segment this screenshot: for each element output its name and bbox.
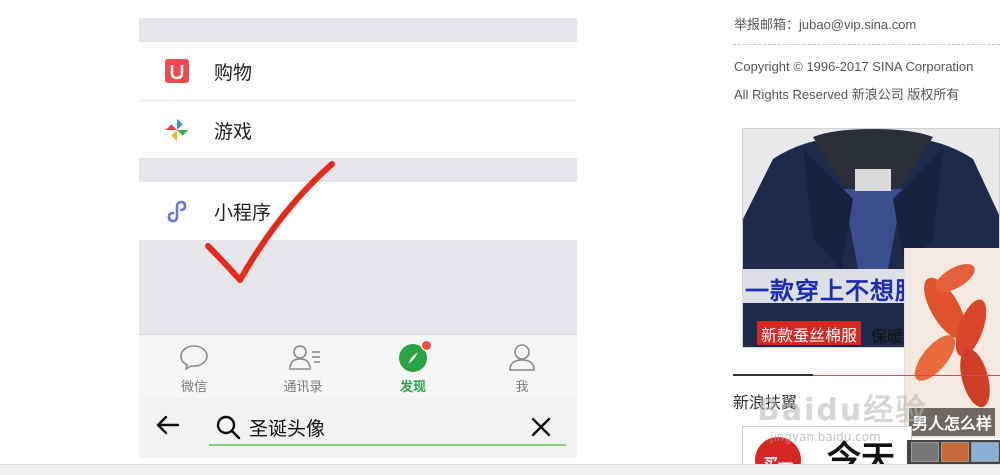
section-rule-red (813, 375, 1000, 376)
back-arrow-icon[interactable] (155, 412, 181, 438)
bottom-tab-bar: 微信 通讯录 发现 我 (139, 334, 577, 398)
shopping-icon (165, 59, 189, 83)
menu-row-partial (139, 0, 577, 18)
menu-item-label: 小程序 (214, 201, 272, 224)
bottom-scroll-area (0, 464, 1000, 475)
contacts-icon (289, 345, 320, 370)
thumbnail[interactable] (941, 442, 969, 462)
close-icon[interactable] (530, 416, 552, 438)
report-email: 举报邮箱：jubao@vip.sina.com (734, 17, 917, 32)
watermark-url: jingyan.baidu.com (770, 430, 881, 444)
tab-label: 发现 (399, 380, 426, 395)
tab-label: 通讯录 (283, 380, 323, 395)
search-query: 圣诞头像 (249, 418, 326, 440)
tab-label: 微信 (180, 380, 207, 395)
ad-tag: 新款蚕丝棉服 (757, 321, 862, 345)
dashed-divider (733, 44, 1000, 45)
menu-item-games[interactable]: 游戏 (139, 101, 577, 159)
chat-bubble-icon (180, 345, 208, 371)
menu-item-label: 购物 (214, 61, 253, 84)
ad-headline: 一款穿上不想脱 (745, 277, 920, 305)
search-input[interactable]: 圣诞头像 (209, 408, 566, 446)
tab-discover[interactable]: 发现 (358, 335, 468, 399)
page: 购物 游戏 小程序 微信 通讯录 发现 我 圣诞头像 举报邮箱：jubao@vi… (0, 0, 1000, 475)
tab-chats[interactable]: 微信 (139, 335, 249, 399)
copyright-text: Copyright © 1996-2017 SINA Corporation (734, 59, 974, 74)
menu-item-mini-programs[interactable]: 小程序 (139, 182, 577, 240)
section-gap (139, 18, 577, 42)
thumbnail[interactable] (971, 442, 999, 462)
thumbnail[interactable] (911, 442, 939, 462)
search-icon (216, 415, 241, 440)
phone-screen: 购物 游戏 小程序 微信 通讯录 发现 我 圣诞头像 (139, 0, 577, 458)
section-gap (139, 158, 577, 182)
person-icon (509, 344, 535, 371)
notification-dot (421, 340, 432, 351)
section-rule (733, 374, 813, 376)
menu-item-shopping[interactable]: 购物 (139, 42, 577, 100)
game-icon (164, 117, 190, 143)
tab-label: 我 (515, 380, 529, 395)
empty-area (139, 240, 577, 334)
menu-item-label: 游戏 (214, 120, 253, 143)
search-bar: 圣诞头像 (139, 398, 577, 458)
tab-me[interactable]: 我 (467, 335, 577, 399)
mini-program-icon (167, 200, 187, 223)
watermark: Baidu经验 (757, 393, 928, 428)
ad-tag-suffix: 保暖 (871, 327, 904, 346)
thumbnail-strip (907, 440, 1000, 464)
tab-contacts[interactable]: 通讯录 (248, 335, 358, 399)
rights-text: All Rights Reserved 新浪公司 版权所有 (734, 87, 960, 102)
